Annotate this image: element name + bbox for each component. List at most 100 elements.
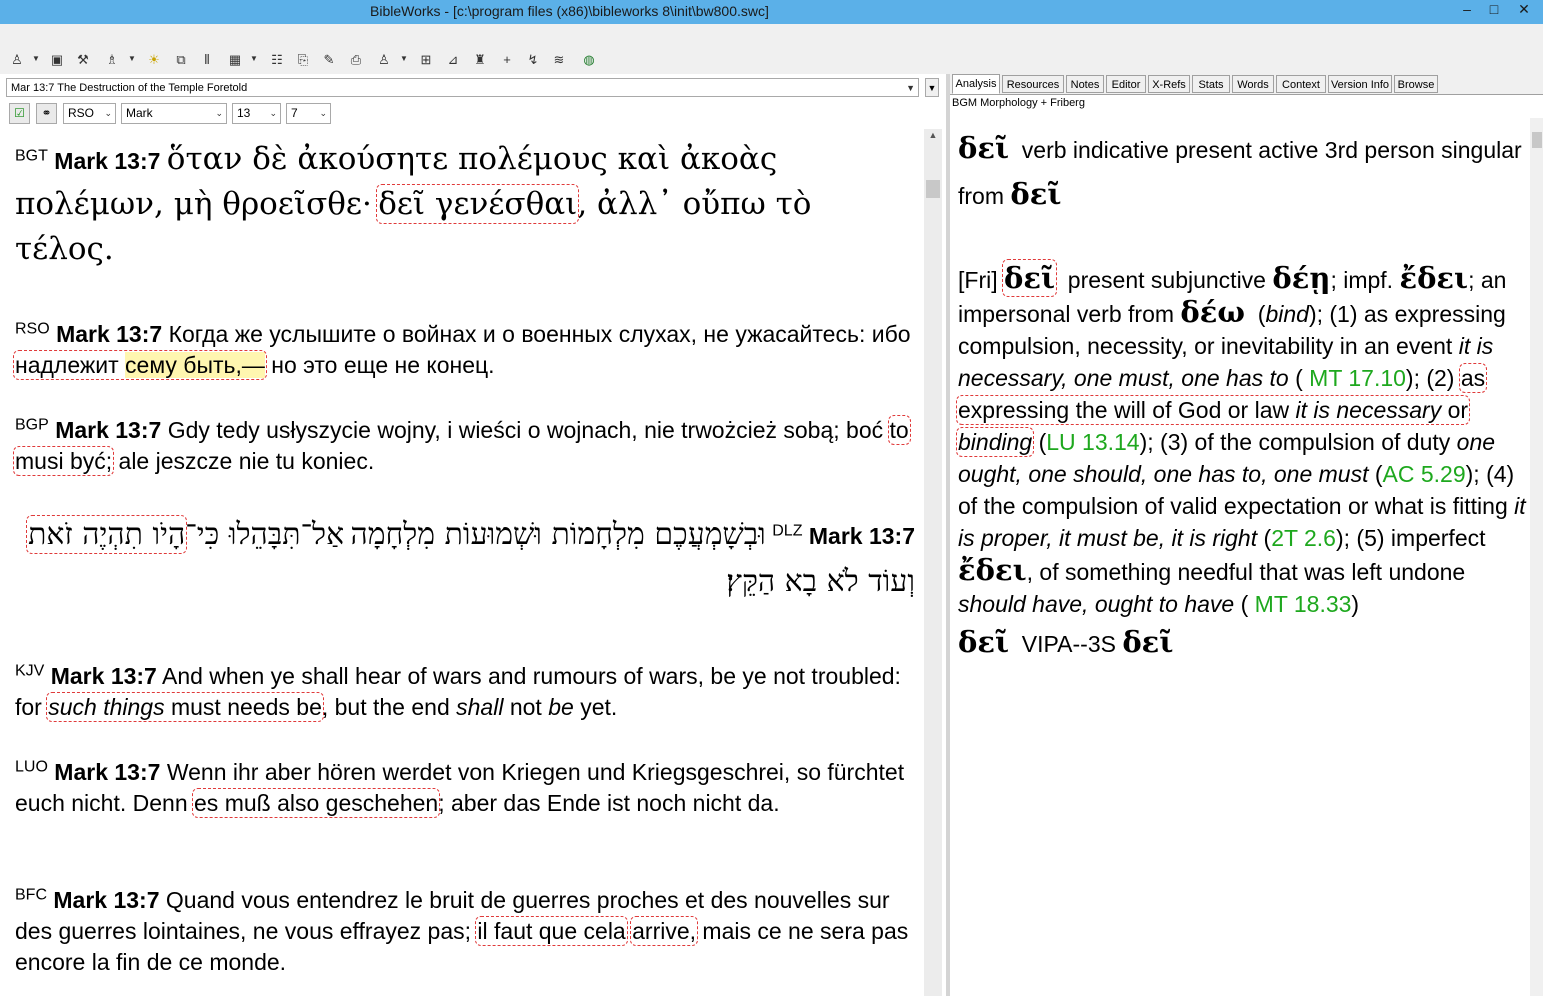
word-icon[interactable]: ≋	[550, 51, 568, 68]
search-icon[interactable]: ♙	[8, 51, 26, 68]
verse-reference[interactable]: Mark 13:7	[56, 321, 162, 347]
chevron-down-icon[interactable]: ▼	[906, 79, 915, 97]
scripture-link[interactable]: AC 5.29	[1383, 461, 1466, 487]
tab-stats[interactable]: Stats	[1192, 75, 1230, 93]
tab-context[interactable]: Context	[1276, 75, 1326, 93]
highlighted-phrase: δεῖ γενέσθαι	[376, 184, 580, 224]
scroll-up-icon[interactable]: ▲	[924, 130, 942, 144]
entry-text: ); (3) of the compulsion of duty	[1139, 429, 1451, 455]
checkbox-icon[interactable]: ☑	[9, 103, 30, 124]
verse-bfc[interactable]: BFC Mark 13:7 Quand vous entendrez le br…	[15, 885, 915, 978]
parsed-word[interactable]: δεῖ	[958, 131, 1009, 165]
greek-form[interactable]: ἔδει	[958, 553, 1027, 587]
tab-version-info[interactable]: Version Info	[1328, 75, 1392, 93]
reference-combo[interactable]: Mar 13:7 The Destruction of the Temple F…	[6, 78, 919, 97]
diagram-icon[interactable]: ⊞	[417, 51, 435, 68]
italic-gloss: bind	[1265, 301, 1309, 327]
tab-resources[interactable]: Resources	[1002, 75, 1064, 93]
verse-luo[interactable]: LUO Mark 13:7 Wenn ihr aber hören werdet…	[15, 757, 915, 819]
verse-reference[interactable]: Mark 13:7	[809, 523, 915, 549]
windows-icon[interactable]: ⧉	[172, 51, 190, 68]
tab-notes[interactable]: Notes	[1066, 75, 1104, 93]
entry-word[interactable]: δεῖ	[1001, 259, 1058, 297]
title-bar	[0, 0, 1543, 24]
tab-editor[interactable]: Editor	[1106, 75, 1146, 93]
verse-reference[interactable]: Mark 13:7	[51, 663, 157, 689]
tab-words[interactable]: Words	[1232, 75, 1274, 93]
toolbox-icon[interactable]: ▣	[48, 51, 66, 68]
version-select[interactable]: RSO ⌄	[63, 103, 116, 124]
grid-icon[interactable]: ▦	[226, 51, 244, 68]
chapter-select-value: 13	[237, 106, 251, 120]
verse-reference[interactable]: Mark 13:7	[53, 887, 159, 913]
copy-icon[interactable]: ⎘	[294, 51, 312, 68]
chevron-down-icon[interactable]: ▼	[925, 78, 939, 97]
scripture-link[interactable]: LU 13.14	[1046, 429, 1139, 455]
vertical-scrollbar[interactable]	[924, 129, 942, 996]
link-icon[interactable]: ⚭	[36, 103, 57, 124]
analysis-content: δεῖ verb indicative present active 3rd p…	[955, 126, 1526, 666]
user-search-icon[interactable]: ♜	[471, 51, 489, 68]
chapter-select[interactable]: 13 ⌄	[232, 103, 281, 124]
entry-text: (	[1374, 461, 1383, 487]
greek-form[interactable]: δέω	[1180, 295, 1245, 329]
lemma-word[interactable]: δεῖ	[1010, 177, 1061, 211]
verse-text: וּבְשָׁמְעֲכֶם מִלְחָמוֹת וּשְׁמוּעוֹת מ…	[350, 517, 766, 552]
chevron-down-icon: ⌄	[104, 108, 112, 118]
person-icon[interactable]: ♗	[103, 51, 121, 68]
greek-form[interactable]: δέῃ	[1272, 261, 1330, 295]
verse-reference[interactable]: Mark 13:7	[54, 148, 160, 174]
verse-text: yet.	[580, 694, 618, 720]
lamp-icon[interactable]: ☀	[145, 51, 163, 68]
parsed-word[interactable]: δεῖ	[958, 625, 1009, 659]
edit-icon[interactable]: ✎	[320, 51, 338, 68]
chart-icon[interactable]: ⊿	[444, 51, 462, 68]
chevron-down-icon[interactable]: ▼	[250, 55, 258, 63]
version-icon[interactable]: ↯	[524, 51, 542, 68]
verse-text: ale jeszcze nie tu koniec.	[118, 448, 375, 474]
verse-dlz[interactable]: DLZ Mark 13:7 וּבְשָׁמְעֲכֶם מִלְחָמוֹת …	[15, 512, 915, 606]
verse-reference[interactable]: Mark 13:7	[54, 759, 160, 785]
tab-browse[interactable]: Browse	[1394, 75, 1438, 93]
scripture-link[interactable]: MT 18.33	[1255, 591, 1352, 617]
scripture-link[interactable]: MT 17.10	[1309, 365, 1406, 391]
scripture-link[interactable]: 2T 2.6	[1271, 525, 1336, 551]
selected-word: —	[241, 352, 265, 378]
chevron-down-icon[interactable]: ▼	[128, 55, 136, 63]
chevron-down-icon: ⌄	[215, 108, 223, 118]
morph-code-line: δεῖ VIPA--3S δεῖ	[958, 620, 1526, 666]
highlighted-phrase: es muß also geschehen	[192, 788, 441, 818]
scholar-icon[interactable]: ♙	[375, 51, 393, 68]
scrollbar-thumb[interactable]	[926, 180, 940, 198]
verse-area: BGT Mark 13:7 ὅταν δὲ ἀκούσητε πολέμους …	[0, 129, 924, 996]
verse-kjv[interactable]: KJV Mark 13:7 And when ye shall hear of …	[15, 661, 915, 723]
chevron-down-icon[interactable]: ▼	[32, 55, 40, 63]
maximize-button[interactable]: □	[1482, 0, 1506, 20]
vertical-scrollbar[interactable]	[1530, 118, 1543, 996]
chevron-down-icon[interactable]: ▼	[400, 55, 408, 63]
book-select[interactable]: Mark ⌄	[121, 103, 227, 124]
entry-text: ); (2)	[1405, 365, 1455, 391]
columns-icon[interactable]: ⫴	[198, 51, 216, 68]
version-sigla: LUO	[15, 758, 48, 776]
highlighted-word: надлежит	[15, 352, 119, 378]
list-icon[interactable]: ☷	[268, 51, 286, 68]
greek-form[interactable]: ἔδει	[1399, 261, 1468, 295]
verse-select[interactable]: 7 ⌄	[286, 103, 331, 124]
highlighted-phrase: such things must needs be	[46, 692, 324, 722]
verse-bgp[interactable]: BGP Mark 13:7 Gdy tedy usłyszycie wojny,…	[13, 415, 915, 477]
analysis-tabs: Analysis Resources Notes Editor X-Refs S…	[950, 74, 1543, 95]
globe-icon[interactable]: ◍	[580, 51, 598, 68]
tab-x-refs[interactable]: X-Refs	[1148, 75, 1190, 93]
minimize-button[interactable]: –	[1455, 0, 1479, 20]
close-button[interactable]: ✕	[1509, 0, 1539, 20]
verse-rso[interactable]: RSO Mark 13:7 Когда же услышите о войнах…	[13, 319, 915, 381]
lemma-word[interactable]: δεῖ	[1122, 625, 1173, 659]
add-icon[interactable]: +	[498, 51, 516, 68]
tab-analysis[interactable]: Analysis	[952, 74, 1000, 94]
verse-bgt[interactable]: BGT Mark 13:7 ὅταν δὲ ἀκούσητε πολέμους …	[15, 137, 915, 272]
tools-icon[interactable]: ⚒	[74, 51, 92, 68]
scrollbar-thumb[interactable]	[1532, 132, 1542, 148]
print-icon[interactable]: ⎙	[347, 51, 365, 68]
verse-reference[interactable]: Mark 13:7	[55, 417, 161, 443]
